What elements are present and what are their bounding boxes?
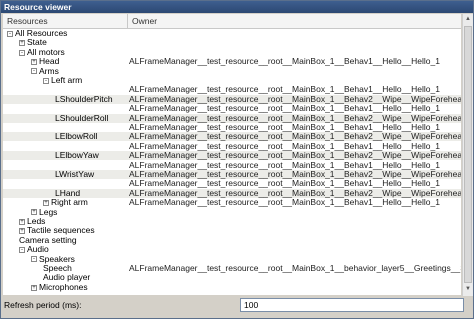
- column-header-owner[interactable]: Owner: [128, 14, 461, 28]
- expand-icon[interactable]: +: [19, 218, 25, 225]
- expand-icon[interactable]: +: [43, 199, 49, 206]
- refresh-bar: Refresh period (ms): 100: [1, 296, 473, 318]
- collapse-icon[interactable]: -: [31, 68, 37, 75]
- column-header: Resources Owner: [3, 14, 461, 29]
- tree-node: LShoulderRoll: [55, 112, 109, 123]
- tree-row[interactable]: + Head ALFrameManager__test_resource__root…: [3, 57, 461, 66]
- collapse-icon[interactable]: -: [7, 30, 13, 37]
- resource-viewer-window: Resource viewer Resources Owner - All Res…: [0, 0, 474, 319]
- owner-cell: ALFrameManager__test_resource__root__Mai…: [129, 263, 461, 273]
- tree-row[interactable]: Camera setting: [3, 235, 461, 245]
- tree-row[interactable]: + Microphones: [3, 281, 461, 292]
- tree-node-label: LElbowRoll: [55, 131, 98, 142]
- owner-cell: ALFrameManager__test_resource__root__Mai…: [129, 56, 440, 67]
- scroll-down-icon[interactable]: ▼: [464, 285, 472, 294]
- refresh-period-label: Refresh period (ms):: [4, 300, 82, 310]
- scrollbar-thumb[interactable]: [464, 26, 472, 283]
- tree-row[interactable]: LElbowYaw ALFrameManager__test_resource__…: [3, 150, 461, 161]
- refresh-period-input[interactable]: 100: [240, 298, 464, 312]
- tree-row[interactable]: + Right arm ALFrameManager__test_resource_…: [3, 198, 461, 207]
- expand-icon[interactable]: +: [31, 284, 37, 291]
- scroll-up-icon[interactable]: ▲: [464, 15, 472, 24]
- expand-icon[interactable]: +: [31, 209, 37, 216]
- collapse-icon[interactable]: -: [19, 246, 25, 253]
- owner-cell: ALFrameManager__test_resource__root__Mai…: [129, 197, 440, 208]
- tree-node-label: Microphones: [39, 281, 88, 292]
- tree-row[interactable]: + Legs: [3, 207, 461, 217]
- tree-node: LElbowYaw: [55, 151, 99, 160]
- owner-cell: ALFrameManager__test_resource__root__Mai…: [129, 150, 461, 161]
- tree-node-label: LWristYaw: [55, 169, 95, 179]
- tree-row[interactable]: + State: [3, 38, 461, 47]
- tree-node-label: LShoulderPitch: [55, 93, 113, 104]
- vertical-scrollbar[interactable]: ▲ ▼: [462, 14, 473, 296]
- tree-node: - Left arm: [43, 76, 82, 85]
- collapse-icon[interactable]: -: [43, 77, 49, 84]
- tree-node: + Microphones: [31, 281, 88, 292]
- collapse-icon[interactable]: -: [19, 49, 25, 56]
- tree-node-label: LElbowYaw: [55, 150, 99, 161]
- tree-node-label: Left arm: [51, 75, 83, 85]
- column-header-resources[interactable]: Resources: [3, 14, 128, 28]
- expand-icon[interactable]: +: [31, 58, 37, 65]
- tree-node: LShoulderPitch: [55, 93, 113, 104]
- expand-icon[interactable]: +: [19, 40, 25, 47]
- resource-tree[interactable]: - All Resources + State - All motors + Head ALFr…: [3, 29, 461, 295]
- window-title: Resource viewer: [1, 1, 473, 13]
- owner-cell: ALFrameManager__test_resource__root__Mai…: [129, 103, 440, 114]
- expand-icon[interactable]: +: [19, 228, 25, 235]
- tree-node: LWristYaw: [55, 170, 94, 179]
- tree-node: LElbowRoll: [55, 132, 98, 141]
- tree-row[interactable]: - All Resources: [3, 29, 461, 38]
- collapse-icon[interactable]: -: [31, 256, 37, 263]
- tree-node-label: LShoulderRoll: [55, 112, 109, 123]
